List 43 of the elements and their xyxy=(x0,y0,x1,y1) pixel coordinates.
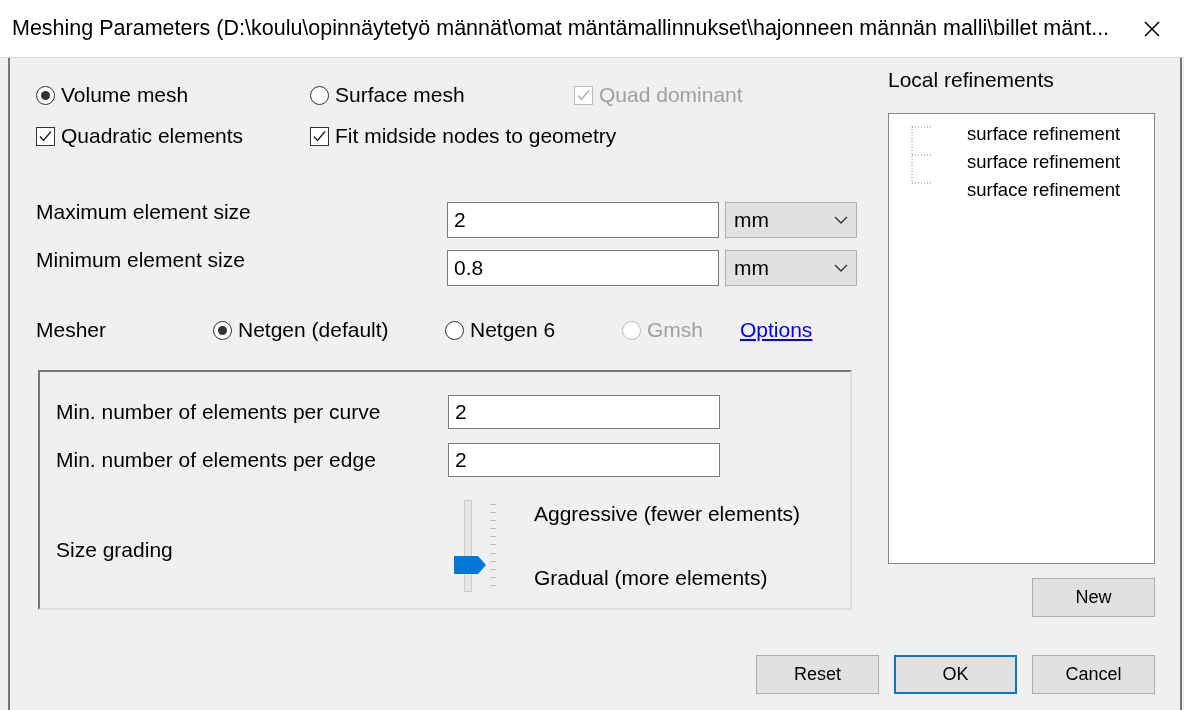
radio-button[interactable] xyxy=(310,85,329,105)
unit-dropdown[interactable]: mm xyxy=(725,202,857,238)
dialog-button[interactable]: Reset xyxy=(756,655,879,694)
tree-item[interactable]: surface refinement xyxy=(967,176,1154,204)
options-link[interactable]: Options xyxy=(740,318,860,342)
radio-button[interactable] xyxy=(36,85,55,105)
radio-label: Gmsh xyxy=(647,318,703,342)
chevron-down-icon xyxy=(834,216,848,224)
new-button[interactable]: New xyxy=(1032,578,1155,617)
radio-button[interactable] xyxy=(445,320,464,340)
close-icon xyxy=(1143,19,1161,38)
radio-label: Netgen 6 xyxy=(470,318,556,342)
radio-button[interactable] xyxy=(213,320,232,340)
window-title: Meshing Parameters (D:\koulu\opinnäytetyö männät\omat mäntämallinnukset\hajonneen männän malli\billet mänt... xyxy=(12,16,1111,41)
slider-label: Aggressive (fewer elements) xyxy=(534,502,802,526)
checkbox-label: Quad dominant xyxy=(599,83,743,107)
field-label: Size grading xyxy=(56,538,174,562)
radio-label: Surface mesh xyxy=(335,83,465,107)
checkbox-label: Fit midside nodes to geometry xyxy=(335,124,617,148)
input-field[interactable]: 0.8 xyxy=(447,250,719,286)
tree-item[interactable]: surface refinement xyxy=(967,148,1154,176)
slider-thumb[interactable] xyxy=(454,555,486,574)
field-label: Mesher xyxy=(36,318,108,342)
field-label: Minimum element size xyxy=(36,248,246,272)
checkbox[interactable] xyxy=(36,126,55,146)
input-field[interactable]: 2 xyxy=(448,443,720,477)
input-field[interactable]: 2 xyxy=(448,395,720,429)
field-label: Min. number of elements per edge xyxy=(56,448,377,472)
input-field[interactable]: 2 xyxy=(447,202,719,238)
dialog-button[interactable]: Cancel xyxy=(1032,655,1155,694)
unit-dropdown[interactable]: mm xyxy=(725,250,857,286)
slider[interactable] xyxy=(454,500,488,592)
field-label: Min. number of elements per curve xyxy=(56,400,382,424)
checkbox[interactable] xyxy=(310,126,329,146)
slider-label: Gradual (more elements) xyxy=(534,566,769,590)
checkbox-label: Quadratic elements xyxy=(61,124,244,148)
chevron-down-icon xyxy=(834,264,848,272)
radio-label: Netgen (default) xyxy=(238,318,389,342)
panel-title: Local refinements xyxy=(888,68,1055,92)
radio-label: Volume mesh xyxy=(61,83,189,107)
field-label: Maximum element size xyxy=(36,200,252,224)
tree-item[interactable]: surface refinement xyxy=(967,120,1154,148)
dialog-button[interactable]: OK xyxy=(894,655,1017,694)
